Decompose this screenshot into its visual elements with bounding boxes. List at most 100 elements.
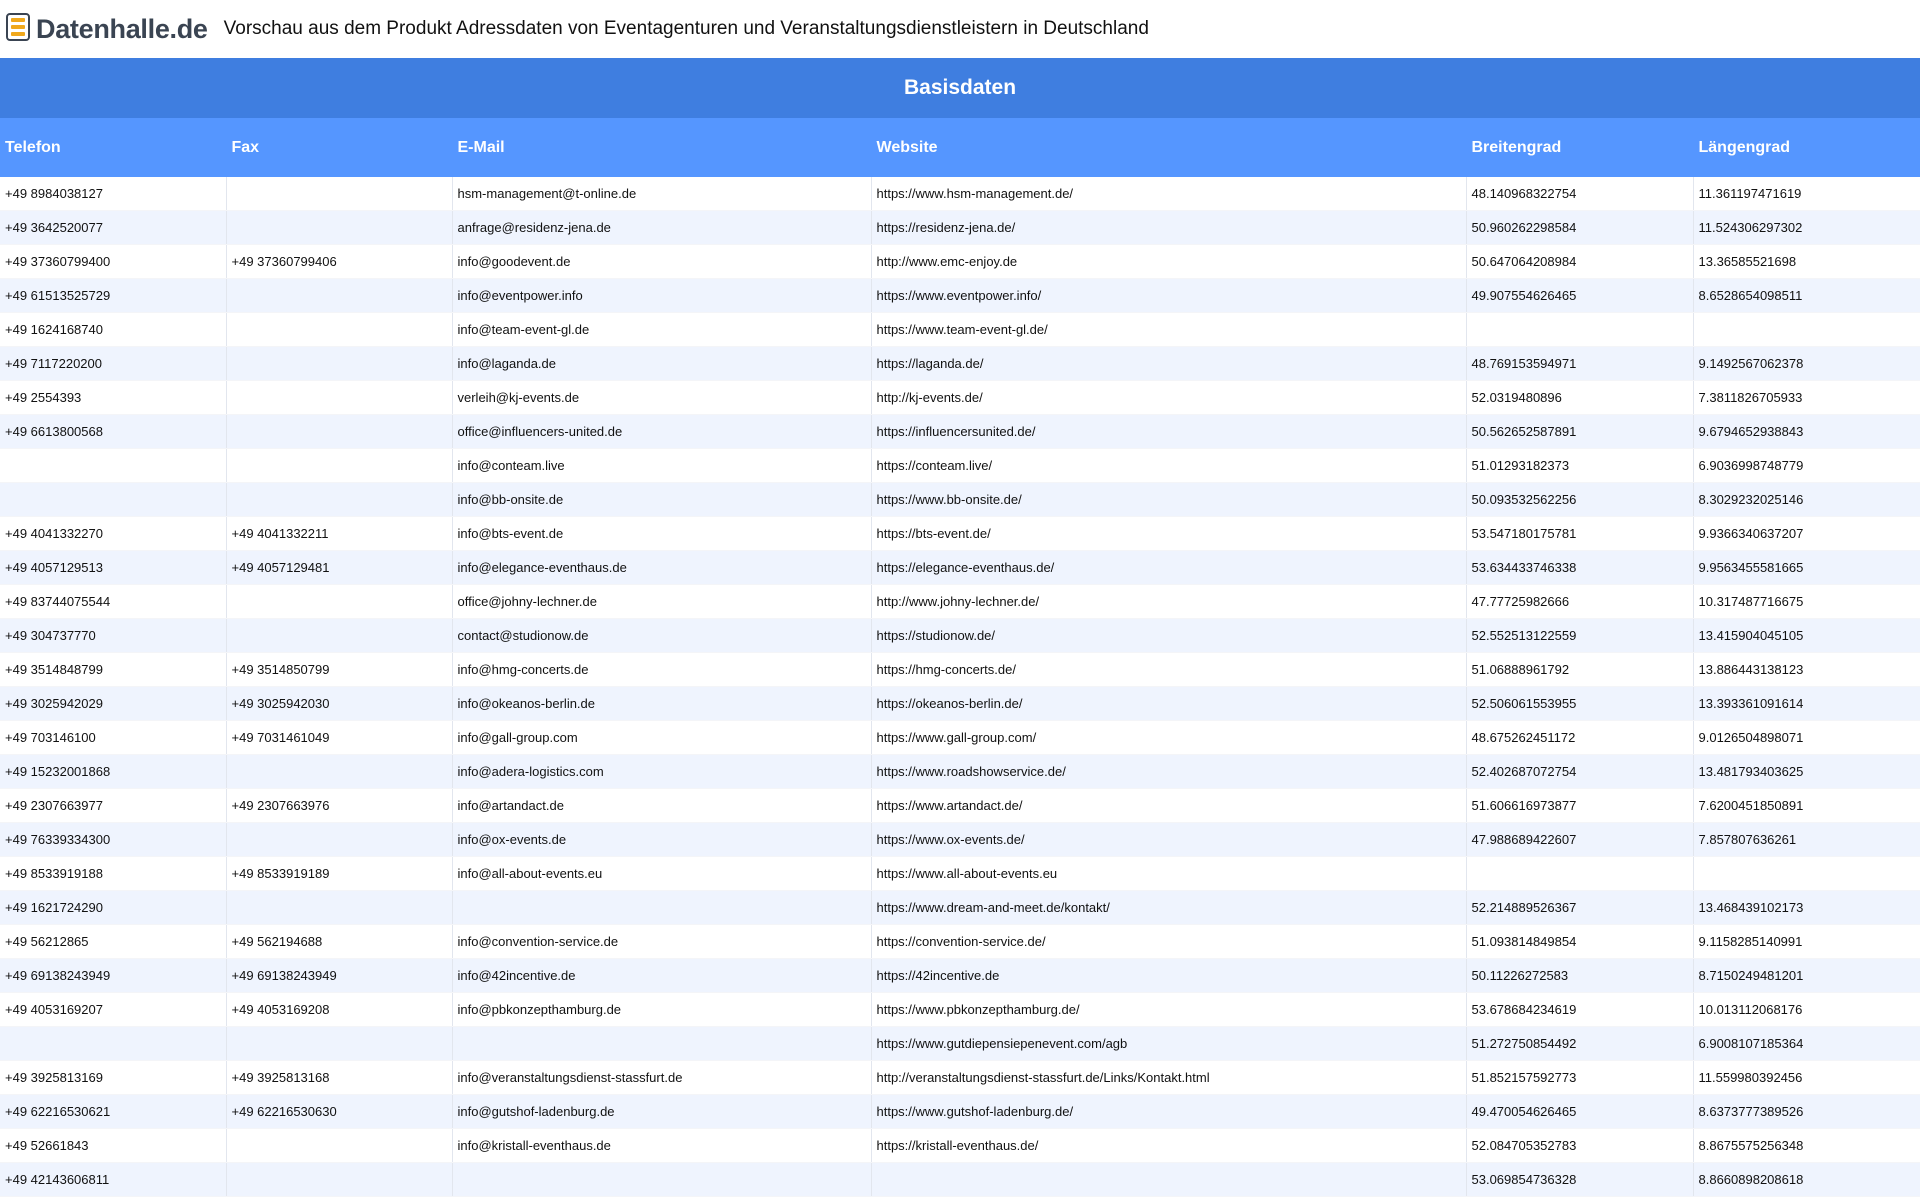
email-cell[interactable]: info@okeanos-berlin.de (452, 686, 872, 721)
website-cell[interactable]: https://studionow.de/ (871, 618, 1467, 653)
website-cell[interactable]: https://okeanos-berlin.de/ (871, 686, 1467, 721)
email-cell[interactable]: info@goodevent.de (452, 244, 872, 279)
column-header-breitengrad[interactable]: Breitengrad (1466, 118, 1694, 177)
website-cell[interactable]: https://42incentive.de (871, 958, 1467, 993)
email-cell[interactable]: info@laganda.de (452, 346, 872, 381)
website-cell[interactable]: https://elegance-eventhaus.de/ (871, 550, 1467, 585)
laengengrad-cell: 7.6200451850891 (1693, 788, 1920, 823)
email-cell[interactable] (452, 1162, 872, 1197)
email-cell[interactable]: info@eventpower.info (452, 278, 872, 313)
website-cell[interactable]: https://www.hsm-management.de/ (871, 177, 1467, 211)
fax-cell (226, 890, 453, 925)
email-cell[interactable]: hsm-management@t-online.de (452, 177, 872, 211)
fax-cell: +49 4041332211 (226, 516, 453, 551)
website-cell[interactable]: https://www.dream-and-meet.de/kontakt/ (871, 890, 1467, 925)
website-cell[interactable]: https://www.gutshof-ladenburg.de/ (871, 1094, 1467, 1129)
website-cell[interactable]: https://conteam.live/ (871, 448, 1467, 483)
website-cell[interactable]: https://www.eventpower.info/ (871, 278, 1467, 313)
email-cell[interactable]: verleih@kj-events.de (452, 380, 872, 415)
fax-cell: +49 2307663976 (226, 788, 453, 823)
laengengrad-cell: 13.415904045105 (1693, 618, 1920, 653)
column-header-email[interactable]: E-Mail (452, 118, 872, 177)
email-cell[interactable]: info@veranstaltungsdienst-stassfurt.de (452, 1060, 872, 1095)
email-cell[interactable] (452, 890, 872, 925)
telefon-cell: +49 1624168740 (0, 312, 227, 347)
website-cell[interactable]: https://laganda.de/ (871, 346, 1467, 381)
website-cell[interactable]: https://www.ox-events.de/ (871, 822, 1467, 857)
email-cell[interactable]: office@influencers-united.de (452, 414, 872, 449)
fax-cell (226, 1026, 453, 1061)
email-cell[interactable]: info@42incentive.de (452, 958, 872, 993)
laengengrad-cell: 13.393361091614 (1693, 686, 1920, 721)
email-cell[interactable]: info@gutshof-ladenburg.de (452, 1094, 872, 1129)
email-cell[interactable]: info@convention-service.de (452, 924, 872, 959)
fax-cell (226, 1162, 453, 1197)
breitengrad-cell (1466, 856, 1694, 891)
laengengrad-cell: 8.8675575256348 (1693, 1128, 1920, 1163)
email-cell[interactable]: info@kristall-eventhaus.de (452, 1128, 872, 1163)
email-cell[interactable]: info@ox-events.de (452, 822, 872, 857)
email-cell[interactable]: office@johny-lechner.de (452, 584, 872, 619)
website-cell[interactable]: http://www.johny-lechner.de/ (871, 584, 1467, 619)
column-header-laengengrad[interactable]: Längengrad (1693, 118, 1920, 177)
website-cell[interactable]: https://www.team-event-gl.de/ (871, 312, 1467, 347)
website-cell[interactable]: https://www.roadshowservice.de/ (871, 754, 1467, 789)
fax-cell (226, 380, 453, 415)
website-cell[interactable]: https://convention-service.de/ (871, 924, 1467, 959)
email-cell[interactable]: info@gall-group.com (452, 720, 872, 755)
website-cell[interactable]: https://www.all-about-events.eu (871, 856, 1467, 891)
telefon-cell: +49 76339334300 (0, 822, 227, 857)
table-row: +49 62216530621 +49 62216530630 info@gutsh… (0, 1094, 1920, 1129)
email-cell[interactable]: info@artandact.de (452, 788, 872, 823)
email-cell[interactable]: contact@studionow.de (452, 618, 872, 653)
website-cell[interactable]: http://veranstaltungsdienst-stassfurt.de… (871, 1060, 1467, 1095)
email-cell[interactable]: info@bts-event.de (452, 516, 872, 551)
breitengrad-cell: 51.093814849854 (1466, 924, 1694, 959)
laengengrad-cell: 13.468439102173 (1693, 890, 1920, 925)
breitengrad-cell: 52.0319480896 (1466, 380, 1694, 415)
breitengrad-cell: 53.678684234619 (1466, 992, 1694, 1027)
table-row: +49 2307663977 +49 2307663976 info@artanda… (0, 788, 1920, 823)
fax-cell (226, 1128, 453, 1163)
logo[interactable]: Datenhalle.de (6, 12, 208, 46)
website-cell[interactable]: http://www.emc-enjoy.de (871, 244, 1467, 279)
website-cell[interactable]: https://residenz-jena.de/ (871, 210, 1467, 245)
website-cell[interactable]: https://www.pbkonzepthamburg.de/ (871, 992, 1467, 1027)
website-cell[interactable]: https://www.gutdiepensiepenevent.com/agb (871, 1026, 1467, 1061)
column-header-website[interactable]: Website (871, 118, 1467, 177)
website-cell[interactable]: https://www.bb-onsite.de/ (871, 482, 1467, 517)
website-cell[interactable]: https://hmg-concerts.de/ (871, 652, 1467, 687)
fax-cell (226, 278, 453, 313)
email-cell[interactable]: info@all-about-events.eu (452, 856, 872, 891)
email-cell[interactable]: info@adera-logistics.com (452, 754, 872, 789)
website-cell[interactable]: https://www.gall-group.com/ (871, 720, 1467, 755)
laengengrad-cell: 8.3029232025146 (1693, 482, 1920, 517)
email-cell[interactable]: anfrage@residenz-jena.de (452, 210, 872, 245)
email-cell[interactable] (452, 1026, 872, 1061)
breitengrad-cell: 52.214889526367 (1466, 890, 1694, 925)
laengengrad-cell: 8.7150249481201 (1693, 958, 1920, 993)
column-header-fax[interactable]: Fax (226, 118, 453, 177)
website-cell[interactable]: https://bts-event.de/ (871, 516, 1467, 551)
breitengrad-cell: 51.606616973877 (1466, 788, 1694, 823)
table-row: +49 61513525729 info@eventpower.info https… (0, 278, 1920, 313)
table-row: +49 304737770 contact@studionow.de https:/… (0, 618, 1920, 653)
email-cell[interactable]: info@team-event-gl.de (452, 312, 872, 347)
laengengrad-cell (1693, 312, 1920, 347)
website-cell[interactable]: https://www.artandact.de/ (871, 788, 1467, 823)
email-cell[interactable]: info@pbkonzepthamburg.de (452, 992, 872, 1027)
laengengrad-cell: 10.013112068176 (1693, 992, 1920, 1027)
column-header-telefon[interactable]: Telefon (0, 118, 227, 177)
table-row: +49 6613800568 office@influencers-united.… (0, 414, 1920, 449)
website-cell[interactable]: https://kristall-eventhaus.de/ (871, 1128, 1467, 1163)
website-cell[interactable]: https://influencersunited.de/ (871, 414, 1467, 449)
website-cell[interactable]: http://kj-events.de/ (871, 380, 1467, 415)
laengengrad-cell: 6.9036998748779 (1693, 448, 1920, 483)
website-cell[interactable] (871, 1162, 1467, 1197)
email-cell[interactable]: info@hmg-concerts.de (452, 652, 872, 687)
email-cell[interactable]: info@conteam.live (452, 448, 872, 483)
email-cell[interactable]: info@elegance-eventhaus.de (452, 550, 872, 585)
telefon-cell: +49 3514848799 (0, 652, 227, 687)
email-cell[interactable]: info@bb-onsite.de (452, 482, 872, 517)
telefon-cell (0, 448, 227, 483)
